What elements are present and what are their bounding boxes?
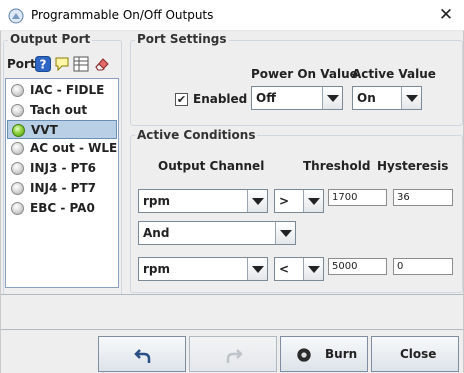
status-led-off-icon	[11, 162, 24, 175]
chevron-down-icon[interactable]	[303, 190, 323, 212]
chevron-down-icon[interactable]	[247, 190, 267, 212]
active-value-label: Active Value	[352, 67, 436, 81]
chevron-down-icon[interactable]	[275, 222, 295, 244]
threshold-input-1[interactable]: 1700	[328, 189, 387, 206]
svg-text:?: ?	[40, 58, 47, 72]
power-on-value-select[interactable]: Off	[251, 86, 343, 110]
list-item[interactable]: VVT	[7, 120, 117, 139]
list-item[interactable]: INJ3 - PT6	[7, 159, 117, 178]
threshold-label: Threshold	[303, 159, 371, 173]
dialog-client: Output Port Port ? IAC - FIDLE Tach out …	[0, 31, 464, 373]
hysteresis-input-2[interactable]: 0	[393, 258, 453, 275]
redo-icon	[226, 349, 243, 363]
status-bar	[1, 294, 463, 330]
port-toolbar-label: Port	[7, 57, 36, 71]
list-item[interactable]: INJ4 - PT7	[7, 179, 117, 198]
status-led-off-icon	[11, 202, 24, 215]
hysteresis-input-1[interactable]: 36	[393, 189, 453, 206]
undo-icon	[134, 349, 151, 363]
power-on-value-label: Power On Value	[251, 67, 358, 81]
list-item[interactable]: AC out - WLE...	[7, 139, 117, 158]
chevron-down-icon[interactable]	[247, 258, 267, 280]
port-settings-title: Port Settings	[135, 32, 229, 46]
output-channel-select-1[interactable]: rpm	[138, 189, 268, 213]
title-bar: Programmable On/Off Outputs ✕	[0, 0, 464, 31]
operator-select-1[interactable]: >	[274, 189, 324, 213]
status-led-on-icon	[12, 124, 25, 137]
list-item[interactable]: EBC - PA0	[7, 199, 117, 218]
burn-icon	[297, 348, 311, 362]
output-channel-select-2[interactable]: rpm	[138, 257, 268, 281]
window-title: Programmable On/Off Outputs	[31, 8, 214, 22]
table-icon[interactable]	[73, 56, 89, 72]
output-channel-label: Output Channel	[158, 159, 265, 173]
chevron-down-icon[interactable]	[322, 87, 342, 109]
status-led-off-icon	[11, 142, 24, 155]
comment-icon[interactable]	[54, 56, 70, 72]
redo-button[interactable]	[189, 336, 277, 372]
threshold-input-2[interactable]: 5000	[328, 258, 387, 275]
burn-button[interactable]: Burn	[280, 336, 368, 372]
chevron-down-icon[interactable]	[401, 87, 421, 109]
enabled-label: Enabled	[193, 92, 248, 106]
hysteresis-label: Hysteresis	[377, 159, 449, 173]
active-value-select[interactable]: On	[352, 86, 422, 110]
output-port-title: Output Port	[8, 32, 93, 46]
status-led-off-icon	[11, 84, 24, 97]
eraser-icon[interactable]	[94, 56, 110, 72]
help-icon[interactable]: ?	[35, 56, 51, 72]
close-label: Close	[400, 347, 437, 361]
status-led-off-icon	[11, 104, 24, 117]
enabled-checkbox[interactable]: ✔	[175, 93, 188, 106]
list-item[interactable]: IAC - FIDLE	[7, 81, 117, 100]
close-button[interactable]: Close	[371, 336, 459, 372]
burn-label: Burn	[325, 347, 358, 361]
port-settings-group	[130, 40, 463, 126]
operator-select-2[interactable]: <	[274, 257, 324, 281]
chevron-down-icon[interactable]	[303, 258, 323, 280]
status-led-off-icon	[11, 182, 24, 195]
logic-operator-select[interactable]: And	[138, 221, 296, 245]
undo-button[interactable]	[98, 336, 186, 372]
output-port-list[interactable]: IAC - FIDLE Tach out VVT AC out - WLE...…	[5, 78, 119, 288]
app-icon	[8, 8, 24, 24]
list-item[interactable]: Tach out	[7, 101, 117, 120]
active-conditions-title: Active Conditions	[135, 128, 258, 142]
window-close-button[interactable]: ✕	[433, 3, 459, 27]
